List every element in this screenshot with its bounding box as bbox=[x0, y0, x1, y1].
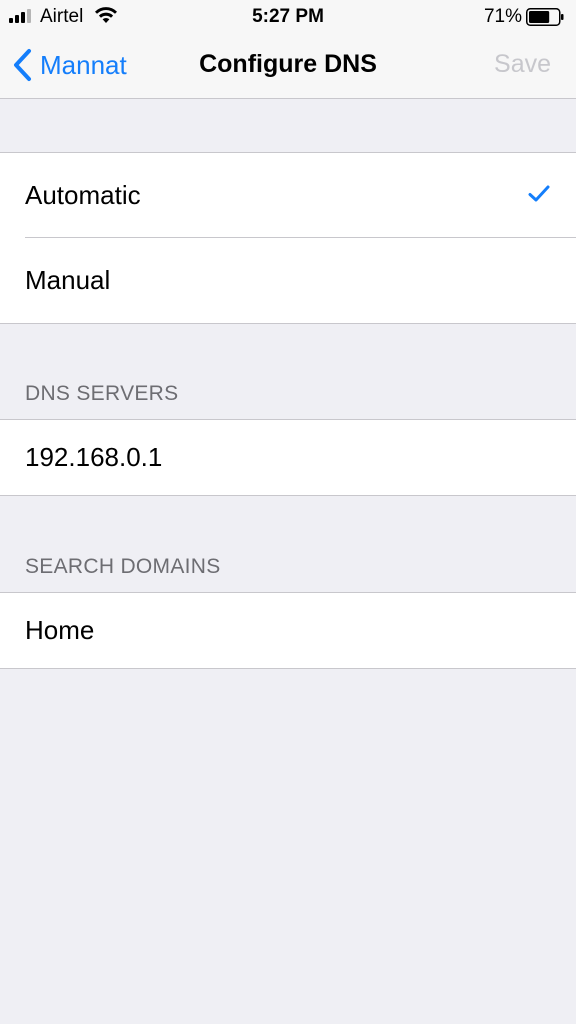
page-title: Configure DNS bbox=[199, 50, 377, 78]
battery-icon bbox=[526, 8, 564, 26]
navigation-bar: Mannat Configure DNS Save bbox=[0, 34, 576, 98]
save-button[interactable]: Save bbox=[494, 50, 551, 79]
search-domains-header: SEARCH DOMAINS bbox=[25, 555, 221, 578]
search-domains-group: Home bbox=[0, 592, 576, 669]
dns-servers-group: 192.168.0.1 bbox=[0, 419, 576, 496]
option-automatic-label: Automatic bbox=[25, 180, 141, 210]
top-bar: Airtel 5:27 PM 71% Mannat Configure DNS … bbox=[0, 0, 576, 99]
battery-percent: 71% bbox=[483, 6, 522, 27]
search-domain-value: Home bbox=[25, 615, 95, 645]
option-automatic[interactable]: Automatic bbox=[0, 153, 576, 238]
dns-server-row[interactable]: 192.168.0.1 bbox=[0, 420, 576, 495]
option-manual[interactable]: Manual bbox=[0, 238, 576, 323]
dns-mode-group: Automatic Manual bbox=[0, 152, 576, 324]
dns-server-value: 192.168.0.1 bbox=[25, 442, 163, 472]
option-manual-label: Manual bbox=[25, 265, 111, 295]
search-domain-row[interactable]: Home bbox=[0, 593, 576, 668]
status-bar: Airtel 5:27 PM 71% bbox=[0, 0, 576, 34]
dns-servers-header: DNS SERVERS bbox=[25, 382, 179, 405]
checkmark-icon bbox=[528, 185, 550, 202]
